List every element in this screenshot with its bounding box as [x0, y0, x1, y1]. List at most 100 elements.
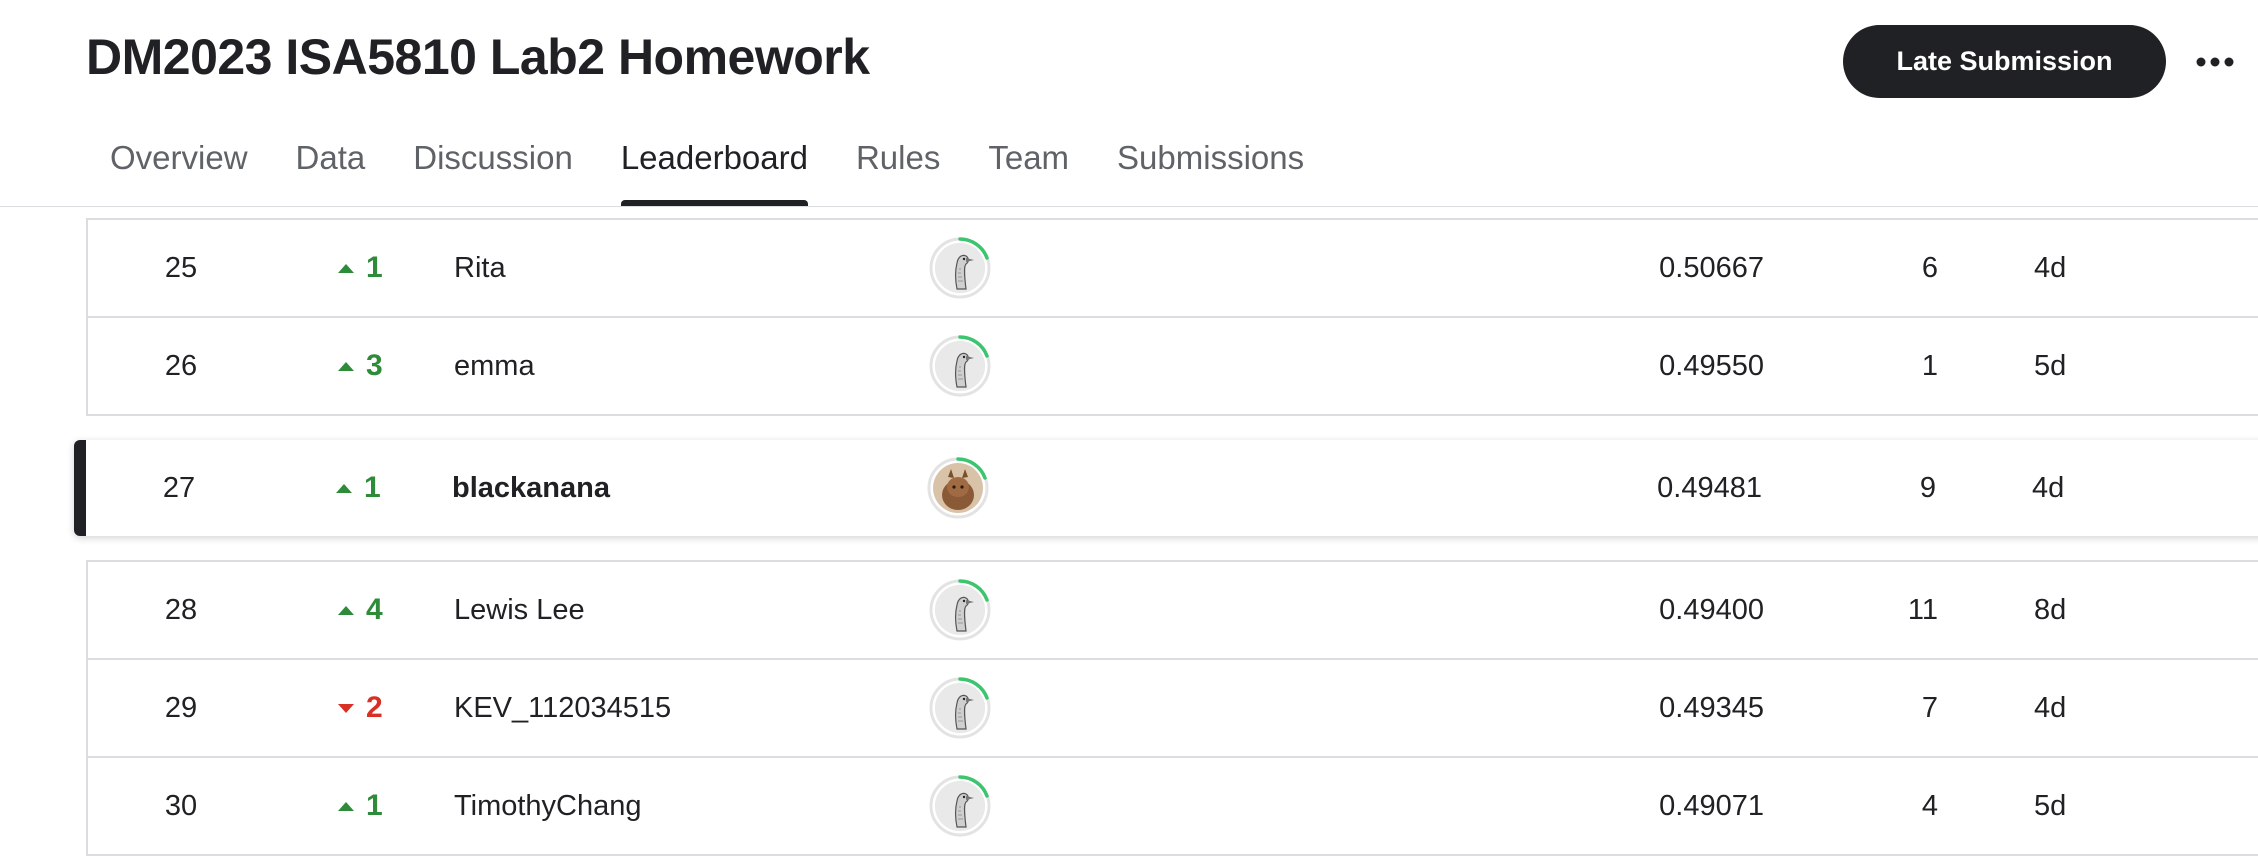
team-name[interactable]: blackanana [452, 472, 610, 505]
last-submission-value: 5d [2034, 349, 2067, 382]
team-name[interactable]: TimothyChang [454, 790, 642, 823]
default-goose-avatar-icon [935, 585, 985, 635]
rank-cell: 30 [88, 758, 274, 854]
avatar[interactable] [926, 456, 990, 520]
table-row[interactable]: 26 3 emma 0.49550 1 5d [88, 318, 2258, 416]
team-name-cell[interactable]: TimothyChang [454, 758, 874, 854]
score-value: 0.49345 [1659, 691, 1764, 724]
table-row[interactable]: 29 2 KEV_112034515 0.49345 7 4d [88, 660, 2258, 758]
rank-up-icon [338, 801, 354, 811]
rank-change-cell: 1 [338, 220, 428, 316]
last-submission-value: 5d [2034, 789, 2067, 822]
score-value: 0.49400 [1659, 593, 1764, 626]
score-cell: 0.49071 [1588, 758, 1764, 854]
score-cell: 0.49550 [1588, 318, 1764, 414]
team-name-cell[interactable]: emma [454, 318, 874, 414]
entries-cell: 4 [1888, 758, 1938, 854]
rank-value: 25 [164, 251, 198, 284]
rank-down-icon [338, 703, 354, 713]
rank-change-value: 2 [366, 691, 383, 724]
rank-up-icon [338, 361, 354, 371]
team-name[interactable]: Lewis Lee [454, 594, 585, 627]
rank-cell: 27 [86, 440, 272, 536]
rank-value: 29 [164, 691, 198, 724]
score-value: 0.50667 [1659, 251, 1764, 284]
rank-change-value: 1 [366, 789, 383, 822]
team-name-cell[interactable]: Lewis Lee [454, 562, 874, 658]
default-goose-avatar-icon [935, 341, 985, 391]
last-submission-value: 8d [2034, 593, 2067, 626]
tab-data[interactable]: Data [272, 120, 390, 206]
entries-value: 6 [1921, 251, 1938, 284]
team-members-cell [928, 318, 992, 414]
default-goose-avatar-icon [935, 683, 985, 733]
tab-leaderboard[interactable]: Leaderboard [597, 120, 832, 206]
last-submission-value: 4d [2034, 251, 2067, 284]
rank-change-value: 4 [366, 593, 383, 626]
entries-cell: 9 [1886, 440, 1936, 536]
rank-up-icon [336, 483, 352, 493]
entries-value: 1 [1921, 349, 1938, 382]
user-photo-icon [933, 463, 983, 513]
team-name-cell[interactable]: KEV_112034515 [454, 660, 874, 756]
avatar[interactable] [928, 578, 992, 642]
more-horizontal-icon [2196, 57, 2234, 67]
rank-value: 27 [162, 471, 196, 504]
entries-value: 9 [1919, 471, 1936, 504]
entries-cell: 6 [1888, 220, 1938, 316]
last-submission-cell: 4d [2034, 660, 2114, 756]
last-submission-value: 4d [2032, 471, 2065, 504]
tab-team[interactable]: Team [964, 120, 1093, 206]
table-row[interactable]: 28 4 Lewis Lee 0.49400 11 8d [88, 562, 2258, 660]
team-name-cell[interactable]: Rita [454, 220, 874, 316]
team-members-cell [928, 660, 992, 756]
entries-value: 11 [1907, 593, 1938, 626]
rank-cell: 25 [88, 220, 274, 316]
leaderboard-page: DM2023 ISA5810 Lab2 Homework Late Submis… [0, 0, 2258, 858]
team-name[interactable]: KEV_112034515 [454, 692, 671, 725]
rank-change-value: 1 [364, 471, 381, 504]
team-members-cell [928, 562, 992, 658]
tab-overview[interactable]: Overview [86, 120, 272, 206]
last-submission-cell: 4d [2034, 220, 2114, 316]
last-submission-value: 4d [2034, 691, 2067, 724]
rank-value: 26 [164, 349, 198, 382]
entries-value: 4 [1921, 789, 1938, 822]
table-row[interactable]: 30 1 TimothyChang 0.49071 4 5d [88, 758, 2258, 856]
avatar[interactable] [928, 774, 992, 838]
tab-submissions[interactable]: Submissions [1093, 120, 1328, 206]
late-submission-button[interactable]: Late Submission [1843, 25, 2166, 98]
competition-tabs: Overview Data Discussion Leaderboard Rul… [86, 120, 1328, 206]
team-name-cell[interactable]: blackanana [452, 440, 872, 536]
score-cell: 0.49400 [1588, 562, 1764, 658]
rank-up-icon [338, 263, 354, 273]
rank-change-cell: 1 [336, 440, 426, 536]
rank-change-cell: 1 [338, 758, 428, 854]
avatar[interactable] [928, 334, 992, 398]
team-name[interactable]: emma [454, 350, 535, 383]
default-goose-avatar-icon [935, 781, 985, 831]
team-members-cell [926, 440, 990, 536]
current-user-row[interactable]: 27 1 blackanana 0.49481 9 4d [74, 440, 2258, 536]
rank-change-cell: 3 [338, 318, 428, 414]
avatar[interactable] [928, 236, 992, 300]
tab-rules[interactable]: Rules [832, 120, 964, 206]
score-value: 0.49550 [1659, 349, 1764, 382]
score-cell: 0.49345 [1588, 660, 1764, 756]
last-submission-cell: 5d [2034, 318, 2114, 414]
team-name[interactable]: Rita [454, 252, 506, 285]
last-submission-cell: 8d [2034, 562, 2114, 658]
score-value: 0.49481 [1657, 471, 1762, 504]
tab-discussion[interactable]: Discussion [389, 120, 597, 206]
leaderboard-table-lower: 28 4 Lewis Lee 0.49400 11 8d 29 2 KEV_112034515 0… [86, 560, 2258, 856]
table-row[interactable]: 25 1 Rita 0.50667 6 4d [88, 220, 2258, 318]
avatar[interactable] [928, 676, 992, 740]
header-divider [0, 206, 2258, 207]
last-submission-cell: 5d [2034, 758, 2114, 854]
rank-cell: 29 [88, 660, 274, 756]
more-options-button[interactable] [2190, 38, 2240, 86]
score-cell: 0.50667 [1588, 220, 1764, 316]
rank-value: 28 [164, 593, 198, 626]
rank-value: 30 [164, 789, 198, 822]
rank-cell: 28 [88, 562, 274, 658]
